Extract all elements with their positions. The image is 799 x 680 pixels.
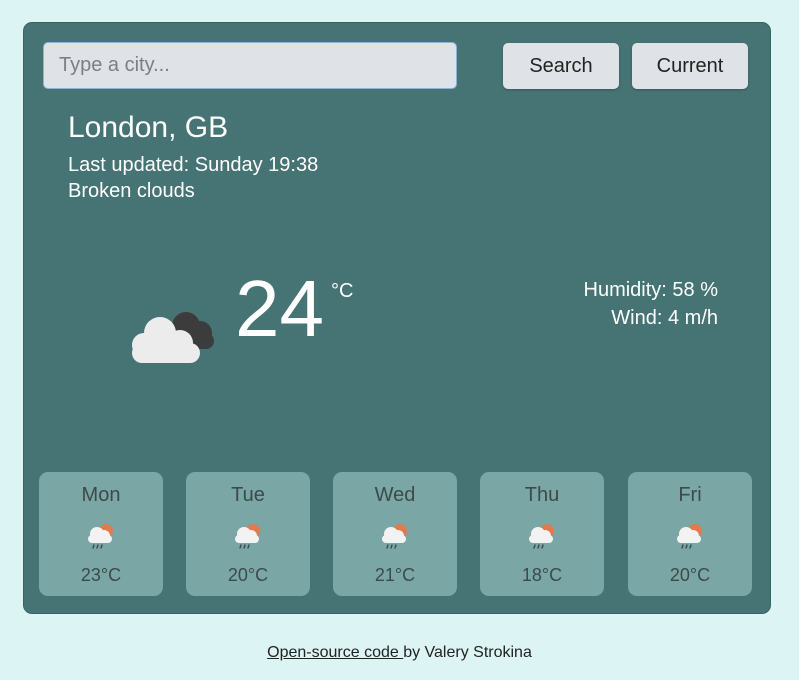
forecast-temperature: 18°C: [521, 565, 563, 585]
forecast-day-name: Thu: [524, 484, 560, 506]
forecast-temperature: 20°C: [669, 565, 711, 585]
footer: Open-source code by Valery Strokina: [0, 644, 799, 662]
temperature-unit[interactable]: °C: [331, 280, 353, 303]
last-updated: Last updated: Sunday 19:38: [68, 154, 319, 176]
rain-sun-icon: [235, 524, 260, 549]
weather-stats: Humidity: 58 % Wind: 4 m/h: [584, 276, 719, 332]
weather-description: Broken clouds: [68, 180, 195, 202]
rain-sun-icon: [677, 524, 702, 549]
author-credit: by Valery Strokina: [403, 644, 532, 661]
search-button[interactable]: Search: [503, 43, 619, 89]
broken-clouds-icon: [132, 312, 214, 363]
humidity: Humidity: 58 %: [583, 279, 719, 301]
forecast-temperature: 20°C: [227, 565, 269, 585]
current-location-button[interactable]: Current: [632, 43, 748, 89]
forecast-day: Thu 18°C: [480, 472, 604, 596]
forecast-day-name: Wed: [374, 484, 416, 506]
forecast-day-name: Mon: [81, 484, 121, 506]
wind: Wind: 4 m/h: [611, 307, 718, 329]
weather-card: Search Current London, GB Last updated: …: [23, 22, 771, 614]
forecast-day: Wed 21°C: [333, 472, 457, 596]
city-search-input[interactable]: [43, 42, 457, 89]
forecast-temperature: 21°C: [374, 565, 416, 585]
city-name: London, GB: [68, 111, 229, 144]
rain-sun-icon: [382, 524, 407, 549]
forecast-temperature: 23°C: [80, 565, 122, 585]
forecast-day: Mon 23°C: [39, 472, 163, 596]
current-temperature: 24: [235, 264, 324, 353]
forecast-day: Fri 20°C: [628, 472, 752, 596]
forecast-day-name: Tue: [231, 484, 265, 506]
rain-sun-icon: [529, 524, 554, 549]
forecast-day-name: Fri: [678, 484, 702, 506]
forecast-day: Tue 20°C: [186, 472, 310, 596]
rain-sun-icon: [88, 524, 113, 549]
open-source-link[interactable]: Open-source code: [267, 644, 403, 661]
